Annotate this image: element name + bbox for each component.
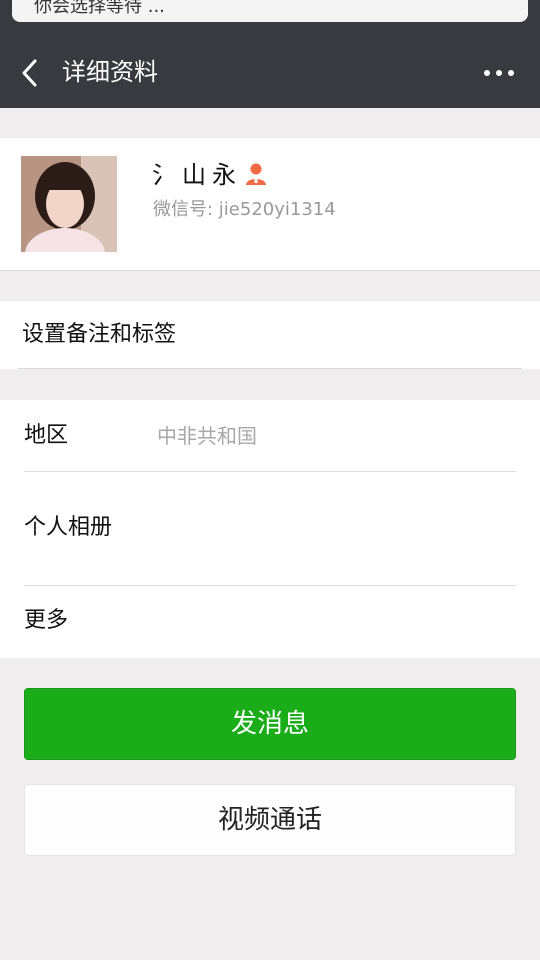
notification-text: 你会选择等待 ...	[34, 0, 165, 17]
avatar-photo-icon	[21, 156, 117, 252]
region-label: 地区	[24, 423, 69, 448]
region-value: 中非共和国	[157, 424, 257, 448]
more-dots-icon[interactable]	[484, 68, 514, 78]
more-label: 更多	[24, 608, 69, 633]
top-bar: 你会选择等待 ... 详细资料	[0, 0, 540, 108]
page-title: 详细资料	[62, 58, 158, 86]
row-divider	[18, 368, 522, 369]
more-row[interactable]: 更多	[24, 605, 516, 637]
photo-album-row[interactable]: 个人相册	[24, 512, 516, 544]
video-call-button[interactable]: 视频通话	[24, 784, 516, 856]
navigation-header: 详细资料	[0, 38, 540, 108]
send-message-button[interactable]: 发消息	[24, 688, 516, 760]
avatar[interactable]	[21, 156, 117, 252]
remark-and-tags-row[interactable]: 设置备注和标签	[0, 301, 540, 369]
row-divider	[24, 585, 516, 586]
nickname: 氵山永	[152, 161, 242, 189]
back-chevron-icon[interactable]	[16, 56, 44, 90]
profile-card: 氵山永 微信号: jie520yi1314	[0, 138, 540, 271]
row-divider	[24, 471, 516, 472]
wechat-id: 微信号: jie520yi1314	[153, 199, 336, 220]
remark-label: 设置备注和标签	[22, 322, 177, 347]
notification-banner[interactable]: 你会选择等待 ...	[12, 0, 528, 22]
album-label: 个人相册	[24, 515, 113, 540]
info-group: 地区 中非共和国 个人相册 更多	[0, 400, 540, 658]
person-icon	[246, 163, 266, 185]
region-row: 地区 中非共和国	[24, 420, 516, 452]
